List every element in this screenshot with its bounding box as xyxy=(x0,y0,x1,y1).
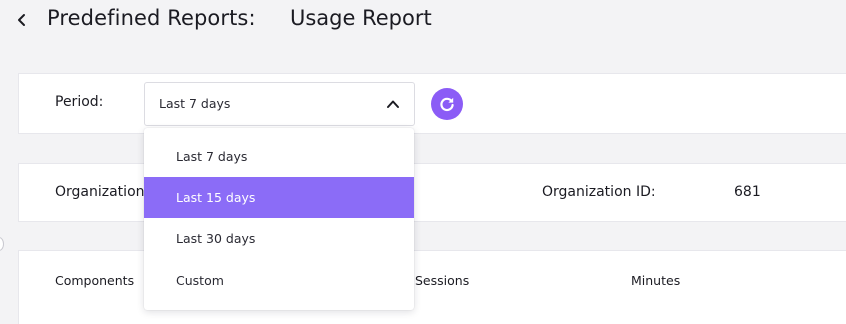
period-option-custom[interactable]: Custom xyxy=(144,260,414,301)
period-dropdown-menu: Last 7 days Last 15 days Last 30 days Cu… xyxy=(144,128,414,310)
refresh-icon xyxy=(440,97,454,112)
organization-card: Organization Organization ID: 681 xyxy=(18,163,846,222)
chevron-left-icon xyxy=(18,14,25,26)
period-label: Period: xyxy=(55,94,104,110)
period-option-last-7-days[interactable]: Last 7 days xyxy=(144,136,414,177)
page-header: Predefined Reports: Usage Report xyxy=(0,0,846,42)
report-name: Usage Report xyxy=(290,6,432,30)
usage-report-page: Predefined Reports: Usage Report Period:… xyxy=(0,0,846,324)
period-select-value: Last 7 days xyxy=(159,96,231,111)
organization-label: Organization xyxy=(55,184,145,200)
organization-id-value: 681 xyxy=(734,184,761,200)
period-select[interactable]: Last 7 days xyxy=(144,82,415,126)
chevron-up-icon xyxy=(387,100,399,108)
period-card: Period: Last 7 days xyxy=(18,73,846,134)
column-header-sessions[interactable]: Sessions xyxy=(415,273,469,288)
period-option-last-15-days[interactable]: Last 15 days xyxy=(144,177,414,218)
side-handle[interactable] xyxy=(0,237,4,251)
organization-id-label: Organization ID: xyxy=(542,184,656,200)
back-button[interactable] xyxy=(14,10,30,30)
usage-table: Components Sessions Minutes xyxy=(18,250,846,324)
column-header-minutes[interactable]: Minutes xyxy=(631,273,680,288)
period-option-last-30-days[interactable]: Last 30 days xyxy=(144,218,414,259)
refresh-button[interactable] xyxy=(431,88,463,120)
page-title: Predefined Reports: xyxy=(47,6,256,30)
column-header-components[interactable]: Components xyxy=(55,273,134,288)
